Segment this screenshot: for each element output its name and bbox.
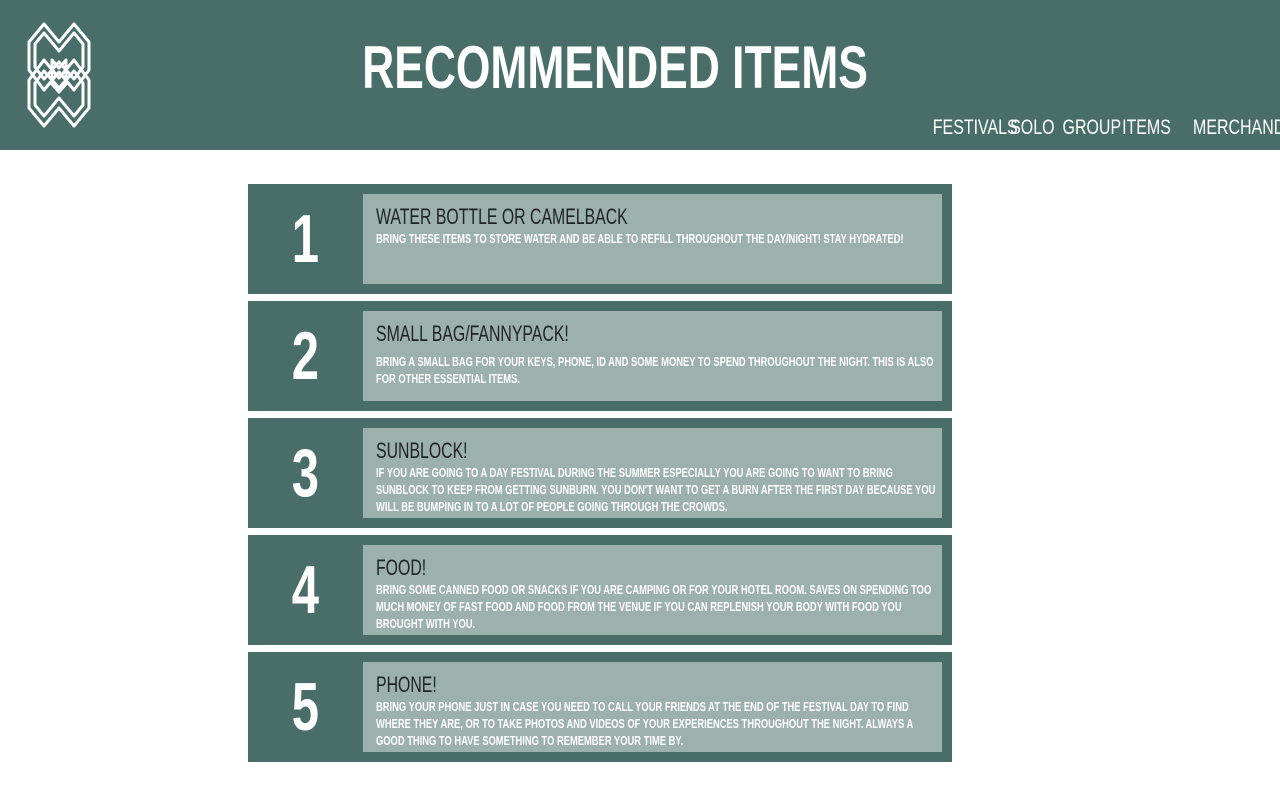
nav-merchandise[interactable]: MERCHANDISE [1193, 114, 1280, 142]
item-description: BRING A SMALL BAG FOR YOUR KEYS, PHONE, … [376, 354, 934, 386]
mw-monogram-logo-icon[interactable] [24, 20, 94, 130]
item-number: 2 [291, 318, 319, 394]
item-card-2: 2 SMALL BAG/FANNYPACK! BRING A SMALL BAG… [248, 301, 952, 411]
item-card-3: 3 SUNBLOCK! IF YOU ARE GOING TO A DAY FE… [248, 418, 952, 528]
item-number: 5 [291, 669, 319, 745]
item-description: BRING SOME CANNED FOOD OR SNACKS IF YOU … [376, 582, 932, 631]
nav-solo[interactable]: SOLO [1010, 114, 1054, 142]
item-panel: PHONE! BRING YOUR PHONE JUST IN CASE YOU… [363, 662, 942, 752]
nav-group[interactable]: GROUP [1063, 114, 1122, 142]
item-title: WATER BOTTLE OR CAMELBACK [376, 204, 628, 229]
nav-items[interactable]: ITEMS [1122, 114, 1171, 142]
page-title: RECOMMENDED ITEMS [362, 34, 868, 101]
item-number: 4 [291, 552, 319, 628]
item-description: BRING YOUR PHONE JUST IN CASE YOU NEED T… [376, 699, 913, 748]
recommended-items-list: 1 WATER BOTTLE OR CAMELBACK BRING THESE … [248, 184, 952, 769]
item-panel: SMALL BAG/FANNYPACK! BRING A SMALL BAG F… [363, 311, 942, 401]
item-panel: FOOD! BRING SOME CANNED FOOD OR SNACKS I… [363, 545, 942, 635]
item-card-5: 5 PHONE! BRING YOUR PHONE JUST IN CASE Y… [248, 652, 952, 762]
item-number: 1 [291, 201, 319, 277]
nav-festivals[interactable]: FESTIVALS [933, 114, 1018, 142]
item-title: PHONE! [376, 672, 437, 697]
item-title: SUNBLOCK! [376, 438, 468, 463]
item-title: SMALL BAG/FANNYPACK! [376, 321, 569, 346]
site-header: RECOMMENDED ITEMS FESTIVALS SOLO GROUP I… [0, 0, 1280, 150]
item-card-4: 4 FOOD! BRING SOME CANNED FOOD OR SNACKS… [248, 535, 952, 645]
item-card-1: 1 WATER BOTTLE OR CAMELBACK BRING THESE … [248, 184, 952, 294]
item-panel: SUNBLOCK! IF YOU ARE GOING TO A DAY FEST… [363, 428, 942, 518]
item-description: BRING THESE ITEMS TO STORE WATER AND BE … [376, 231, 904, 246]
item-description: IF YOU ARE GOING TO A DAY FESTIVAL DURIN… [376, 465, 936, 514]
item-number: 3 [291, 435, 319, 511]
item-title: FOOD! [376, 555, 427, 580]
item-panel: WATER BOTTLE OR CAMELBACK BRING THESE IT… [363, 194, 942, 284]
main-nav: FESTIVALS SOLO GROUP ITEMS MERCHANDISE [916, 114, 1280, 142]
